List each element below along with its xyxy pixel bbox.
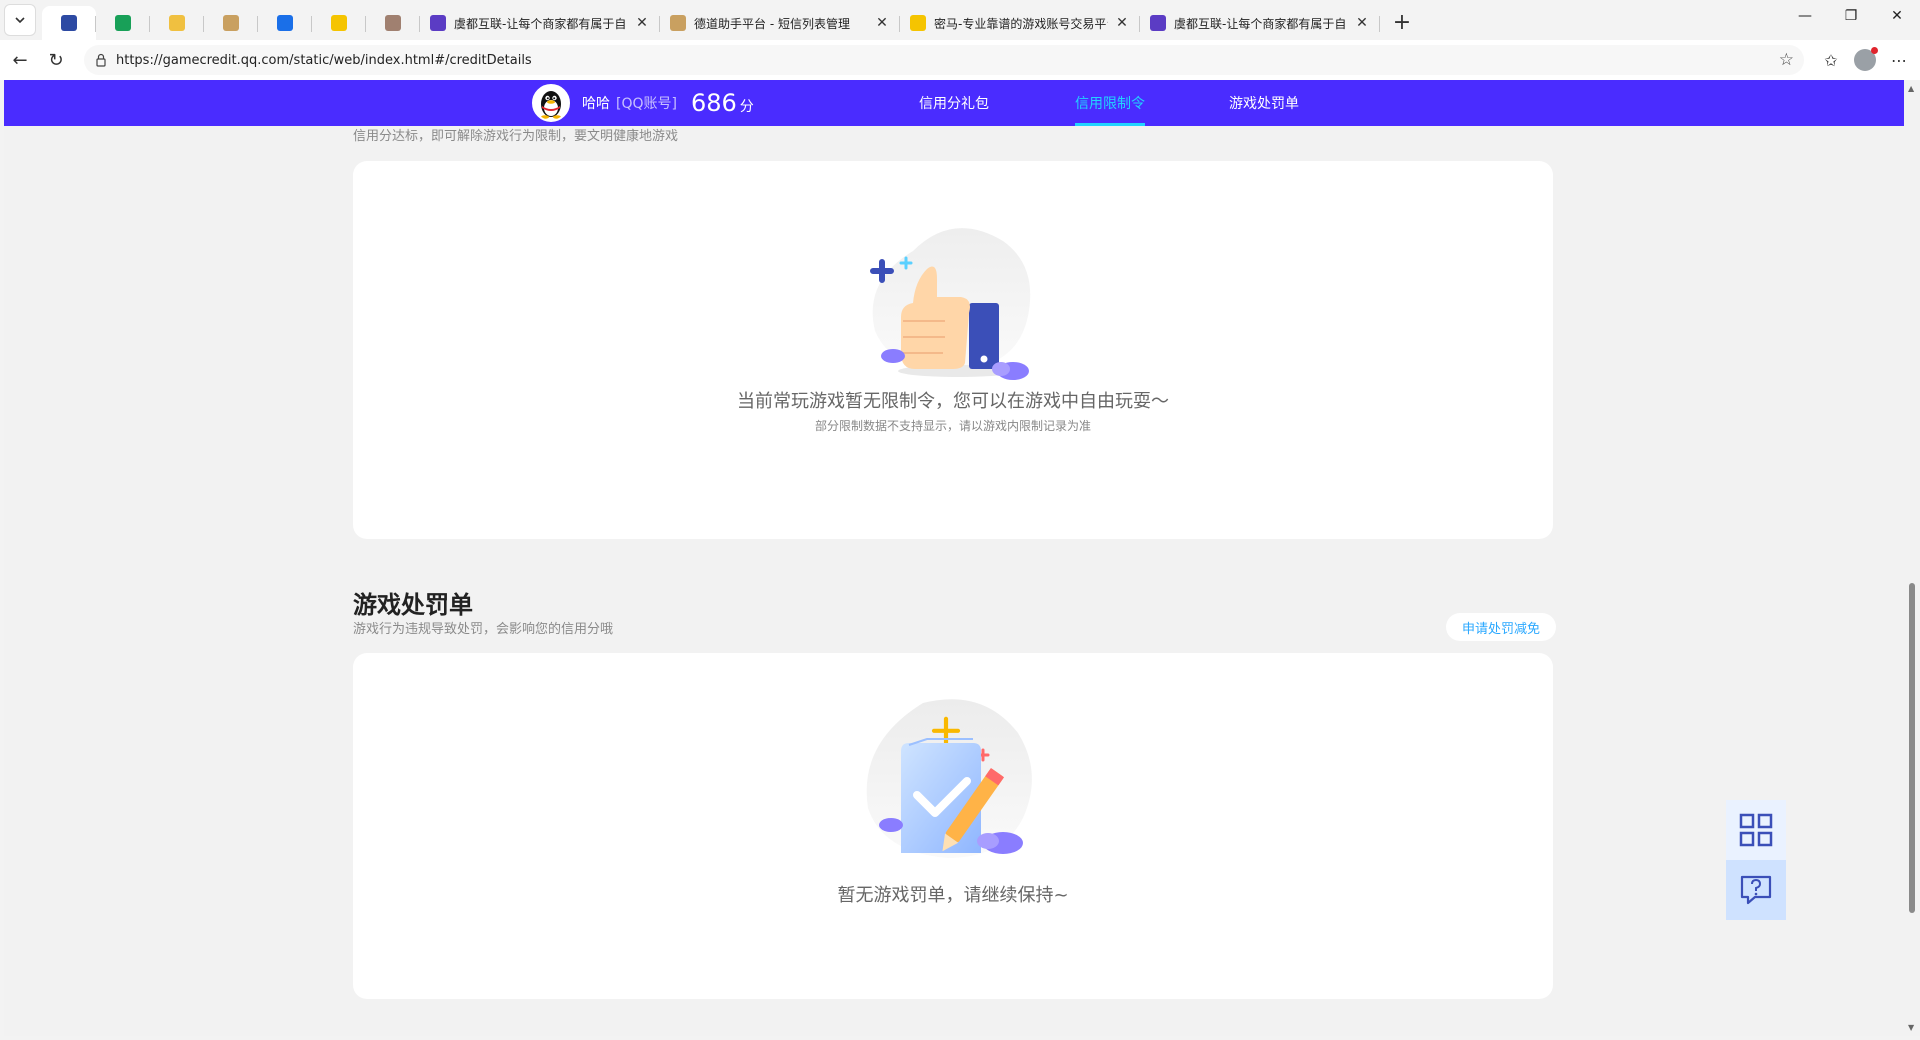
bookmark-star-icon[interactable]: ☆: [1779, 50, 1794, 70]
account-type: [QQ账号]: [616, 96, 677, 112]
hudu-logo-icon: [430, 15, 446, 31]
penalty-section-title: 游戏处罚单: [353, 591, 473, 619]
address-bar[interactable]: https://gamecredit.qq.com/static/web/ind…: [84, 45, 1804, 75]
more-menu-icon[interactable]: ⋯: [1882, 44, 1916, 76]
username: 哈哈: [582, 96, 610, 112]
tab-close-icon[interactable]: ✕: [1114, 15, 1130, 31]
credit-score: 686: [690, 89, 737, 117]
penalty-section-subtitle: 游戏行为违规导致处罚，会影响您的信用分哦: [353, 622, 614, 637]
qq-penguin-icon: [541, 91, 561, 119]
green-circle-icon: [115, 15, 131, 31]
browser-tab[interactable]: 虞都互联-让每个商家都有属于自己 ✕: [1140, 6, 1380, 40]
thumbs-up-illustration: [870, 228, 1031, 380]
cat-icon: [385, 15, 401, 31]
restriction-empty-title: 当前常玩游戏暂无限制令，您可以在游戏中自由玩耍～: [737, 391, 1169, 412]
qr-code-icon: [1739, 813, 1773, 847]
tab-title: 密马-专业靠谱的游戏账号交易平台: [934, 16, 1108, 31]
scrollbar-thumb[interactable]: [1909, 583, 1915, 913]
back-button[interactable]: ←: [4, 44, 36, 76]
minimize-button[interactable]: —: [1782, 0, 1828, 32]
pinned-tab[interactable]: [150, 6, 204, 40]
reload-button[interactable]: ↻: [40, 44, 72, 76]
shield-icon: [61, 15, 77, 31]
pinned-tab[interactable]: [258, 6, 312, 40]
tab-close-icon[interactable]: ✕: [634, 15, 650, 31]
page-scrollbar[interactable]: ▲ ▼: [1904, 80, 1920, 1036]
nav-credit-gift[interactable]: 信用分礼包: [919, 80, 989, 126]
tab-separator: [1379, 16, 1380, 32]
tab-actions-menu-button[interactable]: [4, 4, 36, 36]
nav-game-penalty[interactable]: 游戏处罚单: [1229, 80, 1299, 126]
chevron-down-icon: [15, 17, 25, 24]
feedback-button[interactable]: [1726, 860, 1786, 920]
restriction-empty-note: 部分限制数据不支持显示，请以游戏内限制记录为准: [814, 419, 1091, 433]
pinned-tab[interactable]: [42, 6, 96, 40]
page-viewport: 哈哈 [QQ账号] 686 分 信用分礼包 信用限制令 游戏处罚单 信用分达标，…: [4, 80, 1904, 1036]
help-chat-icon: [1740, 875, 1772, 905]
site-header: 哈哈 [QQ账号] 686 分 信用分礼包 信用限制令 游戏处罚单: [4, 80, 1904, 126]
tab-title: 虞都互联-让每个商家都有属于自己: [1174, 16, 1348, 31]
browser-tab[interactable]: 密马-专业靠谱的游戏账号交易平台 ✕: [900, 6, 1140, 40]
qq-avatar[interactable]: [532, 84, 570, 122]
appeal-penalty-button[interactable]: 申请处罚减免: [1446, 613, 1556, 641]
tab-strip: 虞都互联-让每个商家都有属于自己 ✕ 德道助手平台 - 短信列表管理 ✕ 密马-专业靠谱…: [42, 0, 1380, 40]
pinned-tab[interactable]: [204, 6, 258, 40]
tab-title: 德道助手平台 - 短信列表管理: [694, 16, 850, 31]
address-bar-row: ← ↻ https://gamecredit.qq.com/static/web…: [0, 40, 1920, 80]
restore-button[interactable]: ❐: [1828, 0, 1874, 32]
credit-score-unit: 分: [739, 99, 754, 115]
new-tab-button[interactable]: +: [1386, 6, 1418, 38]
yellow-app-icon: [331, 15, 347, 31]
floating-tools: [1726, 800, 1786, 920]
hudu-logo-icon: [1150, 15, 1166, 31]
tab-title: 虞都互联-让每个商家都有属于自己: [454, 16, 628, 31]
vpn-shield-icon: [277, 15, 293, 31]
dedao-icon: [670, 15, 686, 31]
pet-icon: [223, 15, 239, 31]
pinned-tab[interactable]: [312, 6, 366, 40]
tab-close-icon[interactable]: ✕: [1354, 15, 1370, 31]
qr-code-button[interactable]: [1726, 800, 1786, 860]
browser-tab[interactable]: 虞都互联-让每个商家都有属于自己 ✕: [420, 6, 660, 40]
checklist-pencil-illustration: [866, 699, 1032, 858]
restriction-card: 当前常玩游戏暂无限制令，您可以在游戏中自由玩耍～ 部分限制数据不支持显示，请以游…: [353, 161, 1553, 539]
close-window-button[interactable]: ✕: [1874, 0, 1920, 32]
user-info: 哈哈 [QQ账号] 686 分: [532, 84, 754, 122]
profile-button[interactable]: [1848, 44, 1882, 76]
browser-tab[interactable]: 德道助手平台 - 短信列表管理 ✕: [660, 6, 900, 40]
scroll-down-icon[interactable]: ▼: [1908, 1023, 1914, 1032]
sparkle-icon: [169, 15, 185, 31]
browser-tab-bar: 虞都互联-让每个商家都有属于自己 ✕ 德道助手平台 - 短信列表管理 ✕ 密马-专业靠谱…: [0, 0, 1920, 40]
scroll-up-icon[interactable]: ▲: [1908, 84, 1914, 93]
window-controls: — ❐ ✕: [1782, 0, 1920, 32]
mima-icon: [910, 15, 926, 31]
favorites-icon[interactable]: ✩: [1814, 44, 1848, 76]
penalty-card: 暂无游戏罚单，请继续保持~: [353, 653, 1553, 999]
profile-avatar: [1854, 47, 1878, 71]
tab-close-icon[interactable]: ✕: [874, 15, 890, 31]
nav-credit-restriction[interactable]: 信用限制令: [1075, 80, 1145, 126]
restriction-subtitle: 信用分达标，即可解除游戏行为限制，要文明健康地游戏: [353, 129, 679, 144]
pinned-tab[interactable]: [96, 6, 150, 40]
lock-icon: [96, 53, 106, 67]
pinned-tab[interactable]: [366, 6, 420, 40]
url-text[interactable]: https://gamecredit.qq.com/static/web/ind…: [116, 53, 1779, 68]
penalty-empty-title: 暂无游戏罚单，请继续保持~: [837, 885, 1069, 906]
